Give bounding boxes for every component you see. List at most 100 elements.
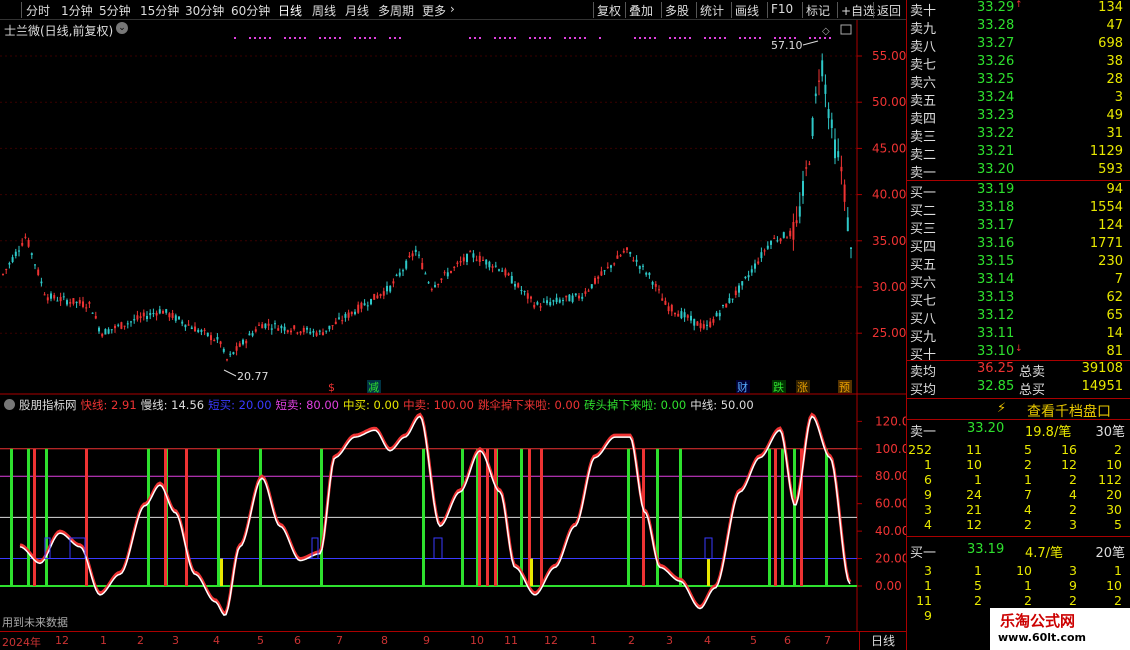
indicator-chart[interactable]: 120.00100.0080.0060.0040.0020.000.00 [0, 395, 906, 631]
ask-level[interactable]: 卖八 33.27 698 [907, 36, 1130, 55]
view-depth-label: 查看千档盘口 [1027, 404, 1111, 420]
candle-body [782, 232, 785, 238]
candle-body [322, 332, 324, 336]
toolbar-button[interactable]: 标记 [806, 2, 830, 19]
candle-body [443, 272, 446, 274]
period-tab[interactable]: 15分钟 [140, 2, 179, 19]
event-marker[interactable]: 财 [737, 380, 748, 394]
bid-level[interactable]: 买八 33.12 65 [907, 308, 1130, 327]
panel-toggle-icon[interactable] [840, 24, 852, 35]
bid-level[interactable]: 买九 33.11 14 [907, 326, 1130, 345]
period-unit-button[interactable]: 日线 [859, 632, 906, 650]
toolbar-button[interactable]: 统计 [700, 2, 724, 19]
queue-cell: 20 [1106, 487, 1122, 502]
candle-body [603, 270, 606, 272]
bid-level[interactable]: 买二 33.18 1554 [907, 200, 1130, 219]
period-tab[interactable]: 60分钟 [231, 2, 270, 19]
queue-cell: 4 [1069, 487, 1077, 502]
ask-level[interactable]: 卖九 33.28 47 [907, 18, 1130, 37]
date-axis-label: 3 [172, 634, 179, 647]
queue-amount: 4.7/笔 [1025, 546, 1064, 561]
period-tab[interactable]: 多周期 [378, 2, 414, 19]
ask-level[interactable]: 卖四 33.23 49 [907, 108, 1130, 127]
period-tab[interactable]: 月线 [345, 2, 369, 19]
period-tab[interactable]: 日线 [278, 2, 302, 19]
sell-queue-row: 3 21 4 2 30 [907, 502, 1130, 517]
signal-dot [474, 37, 476, 39]
level-volume: 1771 [1089, 236, 1123, 251]
event-marker[interactable]: 减 [368, 381, 379, 394]
more-chevron-icon[interactable]: › [450, 2, 455, 16]
candle-body [635, 259, 638, 262]
ask-level[interactable]: 卖十 33.29 134 ↑ [907, 0, 1130, 19]
signal-dot [709, 37, 711, 39]
bid-level[interactable]: 买一 33.19 94 [907, 182, 1130, 201]
bid-level[interactable]: 买五 33.15 230 [907, 254, 1130, 273]
candle-body [139, 316, 142, 318]
candle-body [235, 346, 238, 351]
bid-level[interactable]: 买七 33.13 62 [907, 290, 1130, 309]
bid-level[interactable]: 买三 33.17 124 [907, 218, 1130, 237]
toolbar-button[interactable]: F10 [771, 2, 793, 16]
ask-level[interactable]: 卖五 33.24 3 [907, 90, 1130, 109]
ask-level[interactable]: 卖二 33.21 1129 [907, 144, 1130, 163]
ask-level[interactable]: 卖六 33.25 28 [907, 72, 1130, 91]
candle-body [610, 265, 612, 268]
period-tab[interactable]: 1分钟 [61, 2, 93, 19]
signal-dot [579, 37, 581, 39]
event-marker[interactable]: 涨 [797, 381, 808, 394]
signal-bar-green [320, 448, 323, 586]
level-volume: 1129 [1089, 144, 1123, 159]
toolbar-button[interactable]: +自选 [841, 2, 875, 19]
candle-body [488, 261, 491, 268]
signal-dot [584, 37, 586, 39]
ask-level[interactable]: 卖七 33.26 38 [907, 54, 1130, 73]
queue-cell: 9 [1069, 578, 1077, 593]
candle-body [568, 294, 571, 302]
queue-count: 30笔 [1095, 425, 1125, 440]
level-price: 33.17 [977, 218, 1015, 233]
toolbar-button[interactable]: 画线 [735, 2, 759, 19]
candle-body [546, 300, 548, 304]
candle-body [594, 278, 596, 284]
ask-level[interactable]: 卖一 33.20 593 [907, 162, 1130, 181]
candle-body [696, 321, 699, 326]
candle-body [216, 337, 219, 340]
candle-body [91, 312, 94, 314]
price-tick-label: 45.00 [872, 141, 906, 155]
bid-level[interactable]: 买四 33.16 1771 [907, 236, 1130, 255]
level-price: 33.14 [977, 272, 1015, 287]
signal-dot [679, 37, 681, 39]
level-volume: 62 [1106, 290, 1123, 305]
toolbar-button[interactable]: 返回 [877, 2, 901, 19]
queue-cell: 10 [1016, 563, 1032, 578]
candle-body [344, 314, 347, 318]
toolbar-button[interactable]: 复权 [597, 2, 621, 19]
period-tab[interactable]: 30分钟 [185, 2, 224, 19]
candle-body [171, 312, 174, 318]
period-tab[interactable]: 更多 [422, 2, 446, 19]
candle-body [539, 306, 542, 308]
queue-cell: 2 [1069, 593, 1077, 608]
diamond-icon[interactable]: ◇ [822, 26, 830, 37]
event-marker[interactable]: 预 [839, 381, 850, 394]
candle-body [232, 352, 235, 355]
fast-line [19, 412, 852, 615]
candle-body [469, 251, 472, 253]
bid-level[interactable]: 买六 33.14 7 [907, 272, 1130, 291]
toolbar-button[interactable]: 多股 [665, 2, 689, 19]
candlestick-chart[interactable]: 55.00 50.00 45.00 40.00 35.00 30.00 25.00 57.10… [0, 20, 906, 395]
level-price: 33.22 [977, 126, 1015, 141]
event-marker[interactable]: $ [328, 381, 335, 394]
ask-level[interactable]: 卖三 33.22 31 [907, 126, 1130, 145]
signal-dot [339, 37, 341, 39]
view-depth-button[interactable]: ⚡ 查看千档盘口 [907, 398, 1130, 420]
period-tab[interactable]: 周线 [312, 2, 336, 19]
candle-body [376, 295, 379, 299]
toolbar-separator [873, 2, 874, 18]
toolbar-button[interactable]: 叠加 [629, 2, 653, 19]
event-marker[interactable]: 跌 [773, 380, 784, 394]
queue-cell: 1 [1024, 578, 1032, 593]
period-tab[interactable]: 分时 [26, 2, 50, 19]
period-tab[interactable]: 5分钟 [99, 2, 131, 19]
